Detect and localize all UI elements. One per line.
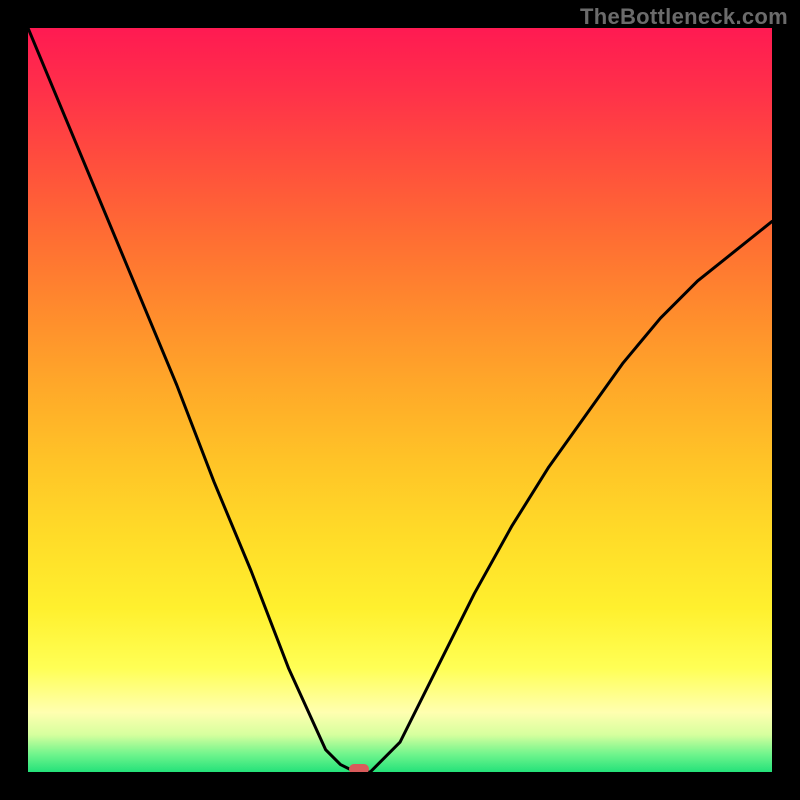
watermark-text: TheBottleneck.com bbox=[580, 4, 788, 30]
chart-frame: TheBottleneck.com bbox=[0, 0, 800, 800]
optimal-marker bbox=[349, 764, 369, 772]
gradient-background bbox=[28, 28, 772, 772]
plot-area bbox=[28, 28, 772, 772]
